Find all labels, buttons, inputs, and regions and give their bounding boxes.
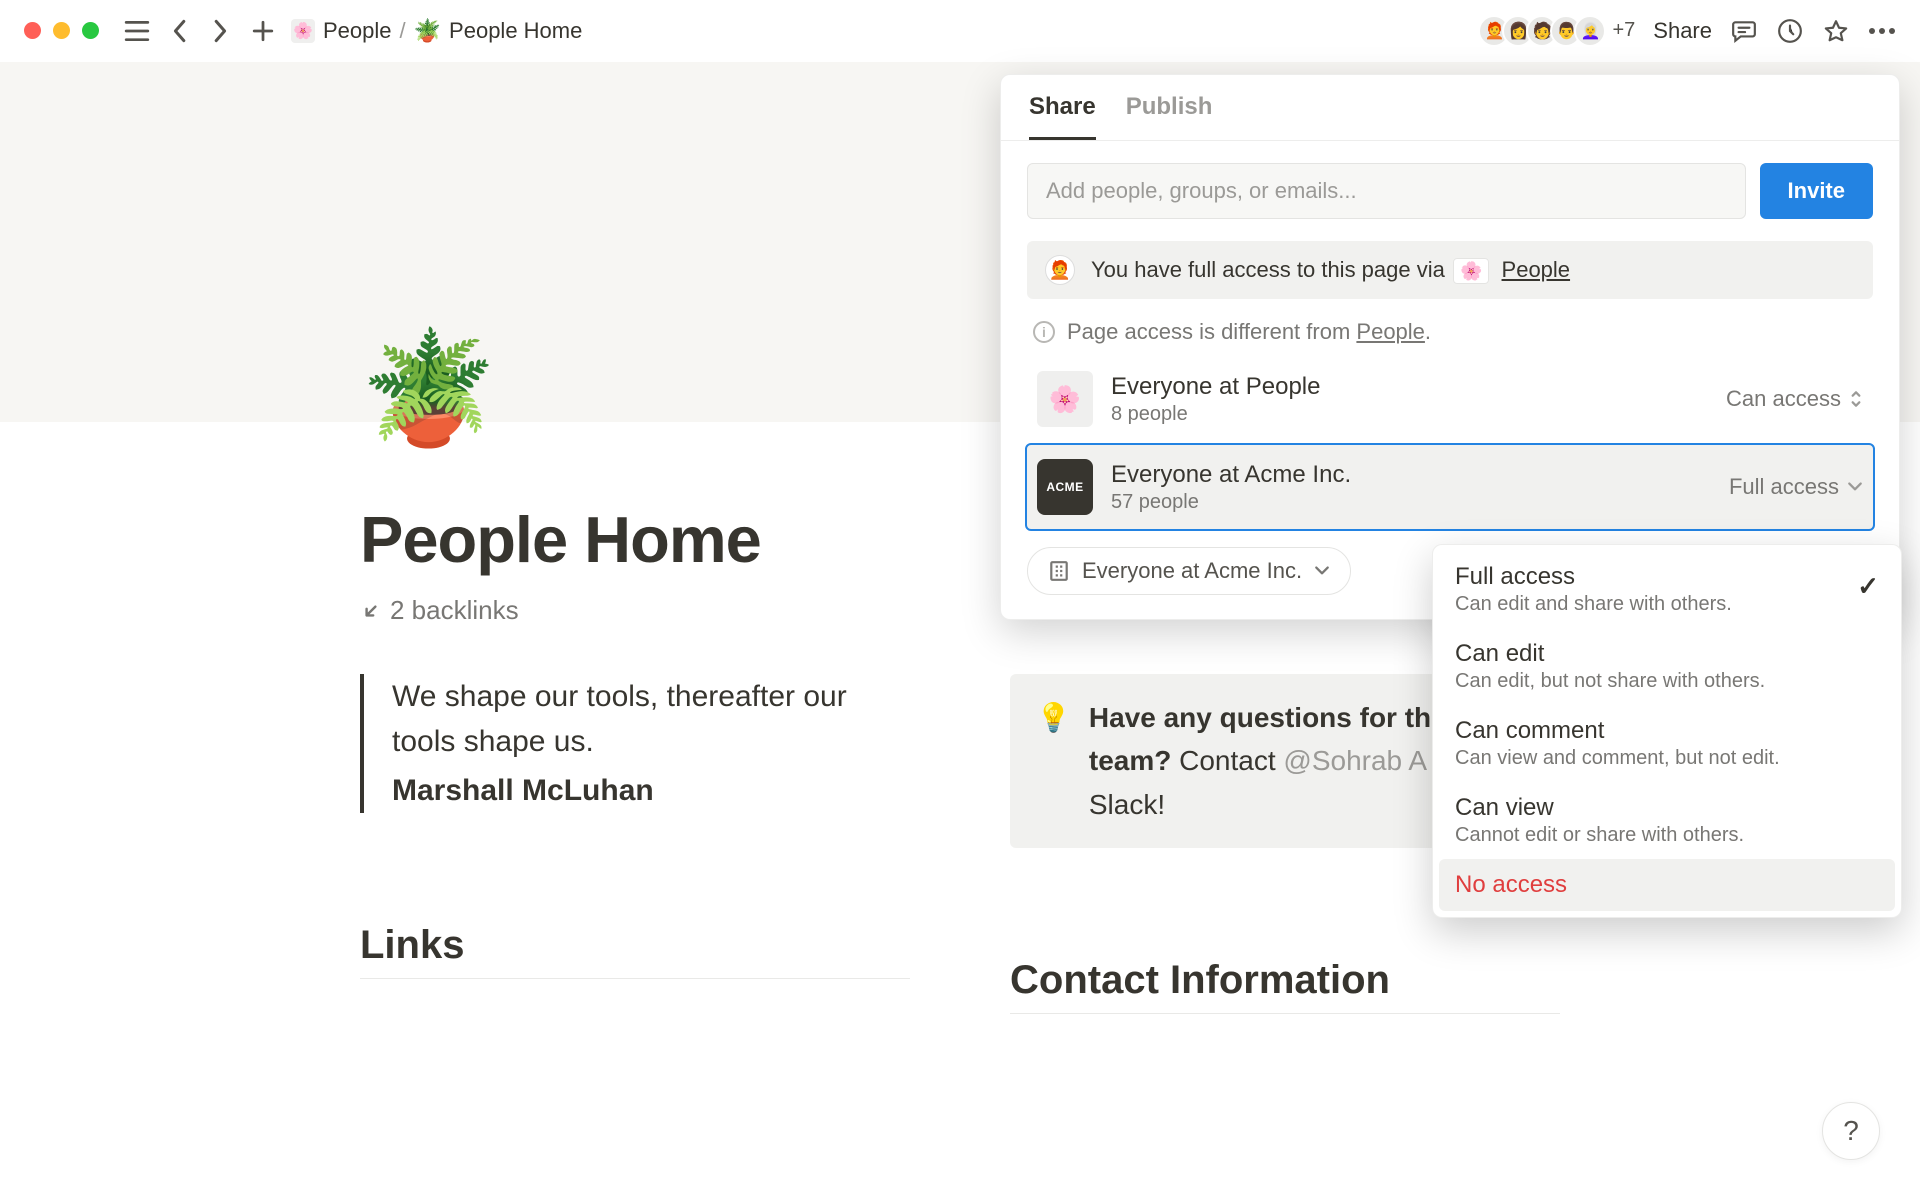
chevron-down-icon bbox=[1847, 479, 1863, 495]
perm-option-title: Can comment bbox=[1455, 717, 1879, 745]
topbar-left: 🌸 People / 🪴 People Home bbox=[24, 17, 582, 45]
perm-option-title: Can edit bbox=[1455, 640, 1879, 668]
avatars-more[interactable]: +7 bbox=[1612, 19, 1635, 42]
comments-icon[interactable] bbox=[1730, 17, 1758, 45]
window-controls bbox=[24, 22, 99, 39]
check-icon: ✓ bbox=[1857, 571, 1879, 602]
tab-publish[interactable]: Publish bbox=[1126, 93, 1213, 140]
contact-heading[interactable]: Contact Information bbox=[1010, 958, 1560, 1014]
perm-option[interactable]: Can commentCan view and comment, but not… bbox=[1439, 705, 1895, 782]
updates-icon[interactable] bbox=[1776, 17, 1804, 45]
diff-note: i Page access is different from People. bbox=[1027, 319, 1873, 345]
acme-logo-icon: ACME bbox=[1037, 459, 1093, 515]
group-count: 8 people bbox=[1111, 403, 1708, 426]
maximize-window-icon[interactable] bbox=[82, 22, 99, 39]
perm-option[interactable]: Full accessCan edit and share with other… bbox=[1439, 551, 1895, 628]
chevron-down-icon bbox=[1314, 563, 1330, 579]
callout-contact-label: Contact bbox=[1179, 745, 1283, 776]
nav-back-icon[interactable] bbox=[165, 17, 193, 45]
new-tab-icon[interactable] bbox=[249, 17, 277, 45]
perm-selector-people[interactable]: Can access bbox=[1726, 386, 1863, 412]
access-note-link[interactable]: People bbox=[1502, 257, 1571, 282]
nav-forward-icon[interactable] bbox=[207, 17, 235, 45]
flower-icon: 🌸 bbox=[1037, 371, 1093, 427]
diff-note-tail: . bbox=[1425, 319, 1431, 344]
backlinks-arrow-icon bbox=[360, 600, 382, 622]
perm-option[interactable]: Can editCan edit, but not share with oth… bbox=[1439, 628, 1895, 705]
perm-label: Full access bbox=[1729, 474, 1839, 500]
access-note: 🧑‍🦰 You have full access to this page vi… bbox=[1027, 241, 1873, 299]
group-name: Everyone at Acme Inc. bbox=[1111, 461, 1711, 489]
share-panel: Share Publish Invite 🧑‍🦰 You have full a… bbox=[1000, 74, 1900, 620]
perm-option-desc: Cannot edit or share with others. bbox=[1455, 824, 1879, 847]
lightbulb-icon: 💡 bbox=[1036, 696, 1071, 826]
breadcrumb-page-icon: 🪴 bbox=[414, 18, 441, 44]
breadcrumb-page[interactable]: People Home bbox=[449, 18, 582, 44]
help-button[interactable]: ? bbox=[1822, 1102, 1880, 1160]
quote-text: We shape our tools, thereafter our tools… bbox=[392, 674, 910, 764]
links-heading[interactable]: Links bbox=[360, 923, 910, 979]
backlinks-label: 2 backlinks bbox=[390, 595, 519, 626]
perm-option-desc: Can edit, but not share with others. bbox=[1455, 670, 1879, 693]
minimize-window-icon[interactable] bbox=[53, 22, 70, 39]
breadcrumb-parent-icon: 🌸 bbox=[291, 19, 315, 43]
sort-icon bbox=[1849, 389, 1863, 409]
sidebar-toggle-icon[interactable] bbox=[123, 17, 151, 45]
group-count: 57 people bbox=[1111, 491, 1711, 514]
everyone-chip-label: Everyone at Acme Inc. bbox=[1082, 558, 1302, 584]
group-row-acme[interactable]: ACME Everyone at Acme Inc. 57 people Ful… bbox=[1027, 445, 1873, 529]
favorite-icon[interactable] bbox=[1822, 17, 1850, 45]
perm-selector-acme[interactable]: Full access bbox=[1729, 474, 1863, 500]
group-row-people[interactable]: 🌸 Everyone at People 8 people Can access bbox=[1027, 357, 1873, 441]
quote-block[interactable]: We shape our tools, thereafter our tools… bbox=[360, 674, 910, 813]
perm-option-desc: Can view and comment, but not edit. bbox=[1455, 747, 1879, 770]
tab-share[interactable]: Share bbox=[1029, 93, 1096, 140]
perm-option-title: Full access bbox=[1455, 563, 1879, 591]
invite-button[interactable]: Invite bbox=[1760, 163, 1873, 219]
access-note-text: You have full access to this page via bbox=[1091, 257, 1445, 282]
share-tabs: Share Publish bbox=[1001, 75, 1899, 141]
avatar: 👩‍🦳 bbox=[1574, 15, 1606, 47]
presence-avatars[interactable]: 🧑‍🦰 👩 🧑 👨 👩‍🦳 +7 bbox=[1486, 15, 1635, 47]
breadcrumb-parent[interactable]: People bbox=[323, 18, 392, 44]
permission-menu: Full accessCan edit and share with other… bbox=[1432, 544, 1902, 918]
diff-note-prefix: Page access is different from bbox=[1067, 319, 1356, 344]
perm-option[interactable]: No access bbox=[1439, 859, 1895, 911]
more-icon[interactable] bbox=[1868, 17, 1896, 45]
topbar: 🌸 People / 🪴 People Home 🧑‍🦰 👩 🧑 👨 👩‍🦳 +… bbox=[0, 0, 1920, 62]
diff-note-link[interactable]: People bbox=[1356, 319, 1425, 344]
building-icon bbox=[1048, 560, 1070, 582]
everyone-chip[interactable]: Everyone at Acme Inc. bbox=[1027, 547, 1351, 595]
acme-badge-text: ACME bbox=[1046, 480, 1083, 494]
group-name: Everyone at People bbox=[1111, 373, 1708, 401]
user-mention[interactable]: @Sohrab A bbox=[1283, 745, 1425, 776]
perm-option-desc: Can edit and share with others. bbox=[1455, 593, 1879, 616]
access-note-chip-icon: 🌸 bbox=[1453, 258, 1489, 284]
breadcrumb: 🌸 People / 🪴 People Home bbox=[291, 18, 582, 44]
share-button[interactable]: Share bbox=[1653, 18, 1712, 44]
info-icon: i bbox=[1033, 321, 1055, 343]
breadcrumb-sep: / bbox=[400, 18, 406, 44]
left-column: We shape our tools, thereafter our tools… bbox=[360, 674, 910, 1014]
topbar-right: 🧑‍🦰 👩 🧑 👨 👩‍🦳 +7 Share bbox=[1486, 15, 1896, 47]
perm-option-title: Can view bbox=[1455, 794, 1879, 822]
perm-option-title: No access bbox=[1455, 871, 1879, 899]
user-avatar-icon: 🧑‍🦰 bbox=[1045, 255, 1075, 285]
quote-author: Marshall McLuhan bbox=[392, 768, 910, 813]
perm-label: Can access bbox=[1726, 386, 1841, 412]
close-window-icon[interactable] bbox=[24, 22, 41, 39]
invite-input[interactable] bbox=[1027, 163, 1746, 219]
perm-option[interactable]: Can viewCannot edit or share with others… bbox=[1439, 782, 1895, 859]
